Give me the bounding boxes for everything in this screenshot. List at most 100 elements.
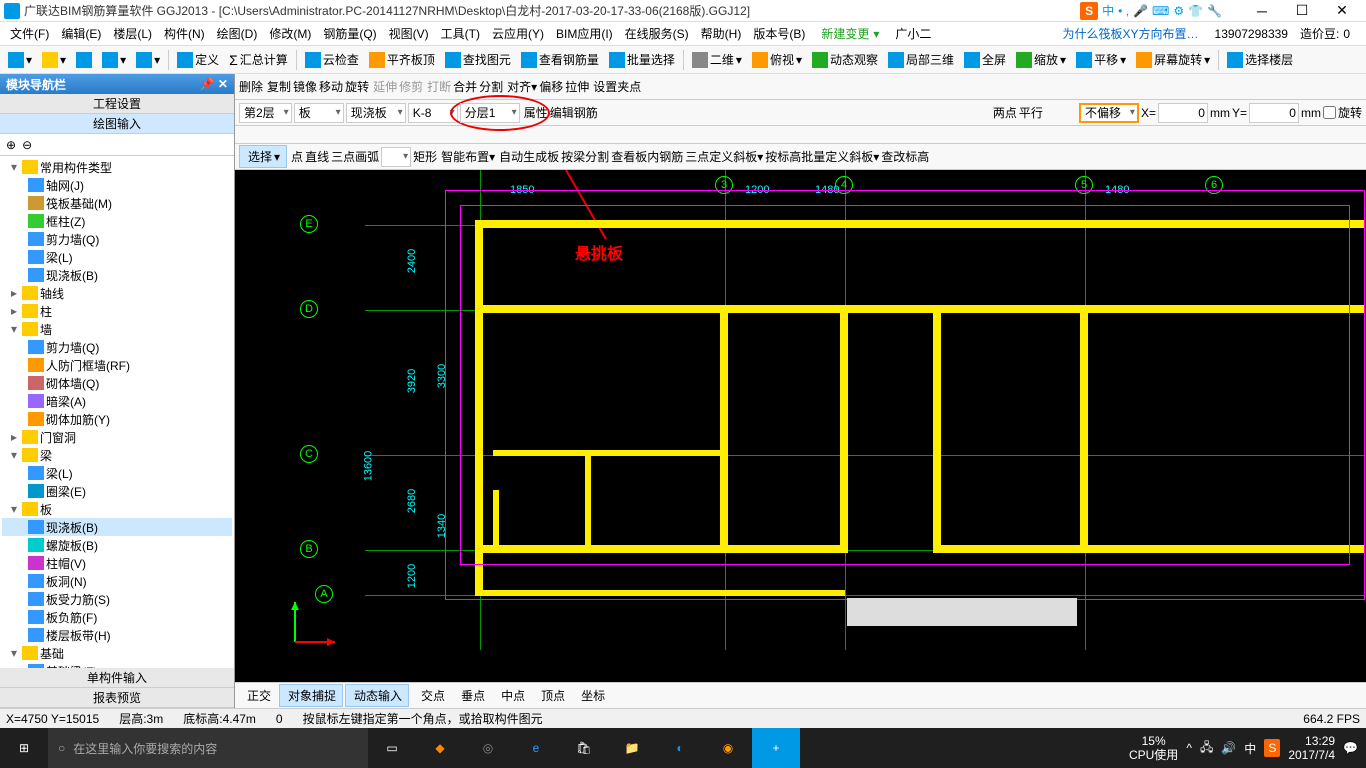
- tray-ime-icon[interactable]: 中: [1244, 740, 1256, 757]
- arc-mode[interactable]: [381, 147, 411, 167]
- delete-button[interactable]: 删除: [239, 78, 263, 95]
- property-button[interactable]: 属性: [524, 104, 548, 121]
- expand-all-icon[interactable]: ⊕: [6, 138, 16, 152]
- tree-item[interactable]: 梁(L): [2, 464, 232, 482]
- task-app2[interactable]: ◎: [464, 728, 512, 768]
- tree-toggle-icon[interactable]: ▾: [8, 322, 20, 336]
- find-button[interactable]: 查找图元: [441, 49, 515, 70]
- tab-report[interactable]: 报表预览: [0, 688, 234, 708]
- slope-elev-button[interactable]: 按标高批量定义斜板▾: [765, 148, 879, 165]
- 2d-button[interactable]: 二维▾: [688, 49, 746, 70]
- tree-toggle-icon[interactable]: ▸: [8, 304, 20, 318]
- line-tool[interactable]: 直线: [305, 148, 329, 165]
- hint-link[interactable]: 为什么筏板XY方向布置…: [1057, 25, 1205, 42]
- split-button[interactable]: 分割: [479, 78, 503, 95]
- close-button[interactable]: ✕: [1322, 0, 1362, 22]
- tree-group[interactable]: ▾基础: [2, 644, 232, 662]
- start-button[interactable]: ⊞: [0, 728, 48, 768]
- arc-tool[interactable]: 三点画弧: [331, 148, 379, 165]
- open-button[interactable]: ▾: [38, 50, 70, 70]
- ime-icon[interactable]: S: [1080, 2, 1098, 20]
- rotate-button[interactable]: 旋转: [345, 78, 369, 95]
- copy-button[interactable]: 复制: [267, 78, 291, 95]
- redo-button[interactable]: ▾: [132, 50, 164, 70]
- task-ggj[interactable]: +: [752, 728, 800, 768]
- tree-item[interactable]: 楼层板带(H): [2, 626, 232, 644]
- parallel-button[interactable]: 平行: [1019, 104, 1043, 121]
- tree-toggle-icon[interactable]: ▸: [8, 430, 20, 444]
- tree-item[interactable]: 剪力墙(Q): [2, 338, 232, 356]
- tree-toggle-icon[interactable]: ▾: [8, 646, 20, 660]
- tree-item[interactable]: 筏板基础(M): [2, 194, 232, 212]
- menu-component[interactable]: 构件(N): [158, 22, 211, 45]
- collapse-all-icon[interactable]: ⊖: [22, 138, 32, 152]
- two-point-button[interactable]: 两点: [993, 104, 1017, 121]
- pin-icon[interactable]: 📌 ✕: [200, 77, 228, 91]
- settings-icon[interactable]: ⚙: [1173, 4, 1184, 18]
- menu-version[interactable]: 版本号(B): [747, 22, 811, 45]
- tree-item[interactable]: 柱帽(V): [2, 554, 232, 572]
- menu-edit[interactable]: 编辑(E): [55, 22, 107, 45]
- name-select[interactable]: K-8: [408, 103, 458, 123]
- keyboard-icon[interactable]: ⌨: [1152, 4, 1169, 18]
- merge-button[interactable]: 合并: [453, 78, 477, 95]
- edit-rebar-button[interactable]: 编辑钢筋: [550, 104, 598, 121]
- tree-item[interactable]: 板洞(N): [2, 572, 232, 590]
- tree-item[interactable]: 暗梁(A): [2, 392, 232, 410]
- split-by-beam-button[interactable]: 按梁分割: [561, 148, 609, 165]
- undo-button[interactable]: ▾: [98, 50, 130, 70]
- ortho-toggle[interactable]: 正交: [239, 685, 277, 706]
- phone-display[interactable]: 13907298339: [1205, 27, 1294, 41]
- view-rebar-button[interactable]: 查看钢筋量: [517, 49, 603, 70]
- sum-button[interactable]: Σ汇总计算: [225, 49, 292, 70]
- tree-group[interactable]: ▾梁: [2, 446, 232, 464]
- snap-apex[interactable]: 顶点: [533, 685, 571, 706]
- zoom-button[interactable]: 缩放▾: [1012, 49, 1070, 70]
- mic-icon[interactable]: 🎤: [1133, 4, 1148, 18]
- tray-notifications-icon[interactable]: 💬: [1343, 741, 1358, 755]
- menu-rebar[interactable]: 钢筋量(Q): [317, 22, 382, 45]
- new-change-button[interactable]: 新建变更▾: [811, 25, 885, 42]
- tree-item[interactable]: 螺旋板(B): [2, 536, 232, 554]
- menu-online[interactable]: 在线服务(S): [619, 22, 695, 45]
- task-app3[interactable]: ◐: [656, 728, 704, 768]
- menu-modify[interactable]: 修改(M): [263, 22, 317, 45]
- select-tool[interactable]: 选择▾: [239, 145, 287, 168]
- tree-item[interactable]: 现浇板(B): [2, 518, 232, 536]
- task-app4[interactable]: ◉: [704, 728, 752, 768]
- tree-group[interactable]: ▸轴线: [2, 284, 232, 302]
- ime-indicator[interactable]: S 中 • , 🎤 ⌨ ⚙ 👕 🔧: [1080, 2, 1222, 20]
- local-3d-button[interactable]: 局部三维: [884, 49, 958, 70]
- beans-display[interactable]: 造价豆:0: [1294, 25, 1362, 42]
- tray-sound-icon[interactable]: 🔊: [1221, 741, 1236, 755]
- menu-draw[interactable]: 绘图(D): [211, 22, 264, 45]
- task-explorer[interactable]: 📁: [608, 728, 656, 768]
- y-input[interactable]: [1249, 103, 1299, 123]
- tray-up-icon[interactable]: ^: [1186, 741, 1192, 755]
- save-button[interactable]: [72, 50, 96, 70]
- menu-file[interactable]: 文件(F): [4, 22, 55, 45]
- taskbar-search[interactable]: ○ 在这里输入你要搜索的内容: [48, 728, 368, 768]
- tray-clock[interactable]: 13:29 2017/7/4: [1288, 734, 1335, 762]
- x-input[interactable]: [1158, 103, 1208, 123]
- smart-layout-button[interactable]: 智能布置▾: [441, 148, 495, 165]
- task-edge[interactable]: e: [512, 728, 560, 768]
- point-tool[interactable]: 点: [291, 148, 303, 165]
- menu-tools[interactable]: 工具(T): [435, 22, 486, 45]
- extend-button[interactable]: 延伸: [373, 78, 397, 95]
- move-button[interactable]: 移动: [319, 78, 343, 95]
- tree-group[interactable]: ▾墙: [2, 320, 232, 338]
- user-info[interactable]: 广小二: [885, 25, 937, 42]
- maximize-button[interactable]: ☐: [1282, 0, 1322, 22]
- menu-cloud[interactable]: 云应用(Y): [486, 22, 550, 45]
- define-button[interactable]: 定义: [173, 49, 223, 70]
- grip-button[interactable]: 设置夹点: [593, 78, 641, 95]
- rotate-checkbox[interactable]: [1323, 106, 1336, 119]
- cloud-check-button[interactable]: 云检查: [301, 49, 363, 70]
- check-elev-button[interactable]: 查改标高: [881, 148, 929, 165]
- tshirt-icon[interactable]: 👕: [1188, 4, 1203, 18]
- dyn-observe-button[interactable]: 动态观察: [808, 49, 882, 70]
- tree-toggle-icon[interactable]: ▾: [8, 448, 20, 462]
- slope-3pt-button[interactable]: 三点定义斜板▾: [685, 148, 763, 165]
- tree-toggle-icon[interactable]: ▾: [8, 160, 20, 174]
